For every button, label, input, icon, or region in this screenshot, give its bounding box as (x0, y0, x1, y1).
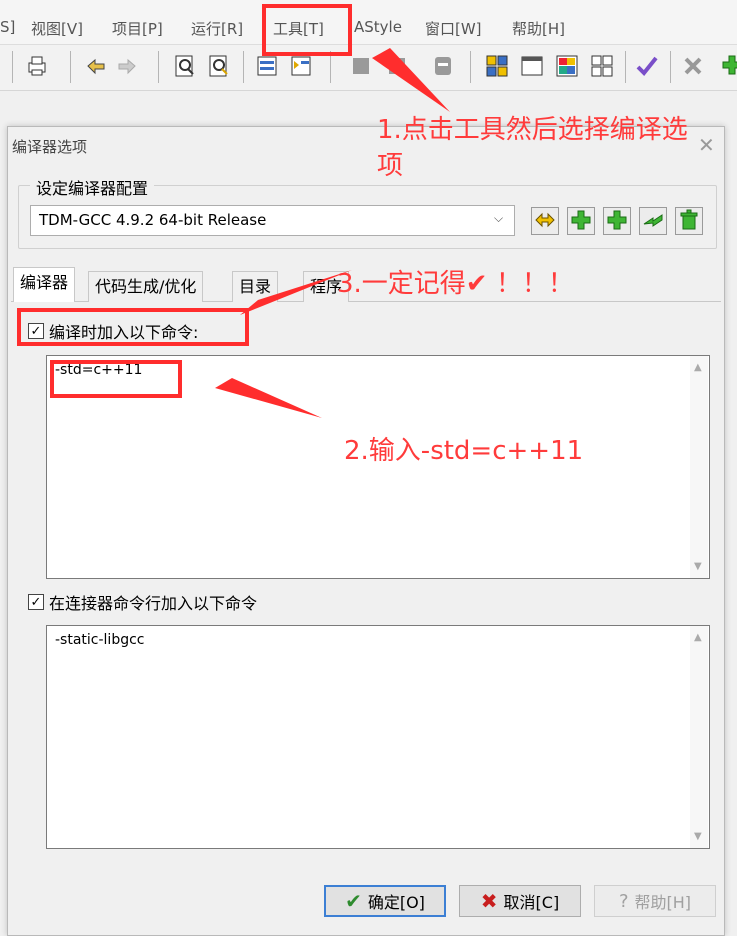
arrow-to-tools (372, 48, 450, 112)
annotation-arrows (215, 48, 450, 418)
arrow-to-checkbox (240, 270, 352, 315)
arrow-to-std (215, 378, 322, 418)
